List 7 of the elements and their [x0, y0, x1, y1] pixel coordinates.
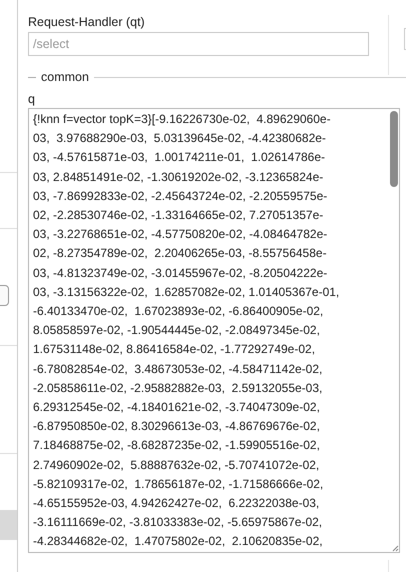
field-label: Request-Handler (qt): [28, 14, 146, 30]
query-textarea[interactable]: {!knn f=vector topK=3}[-9.16226730e-02, 4.89629060e- 03, 3.97688290e-03, 5.03139645e-02, -4.42380682e- 03, -4.57615871e-03, 1.00174211e-01, 1.02614786e- 03, 2.84851491e-02, -1.30619202e-02, -3.12365824e- 03, -7.86992833e-02, -2.45643724e-02, -2.20559575e- 02, -2.28530746e-02, -1.33164665e-02, 7.27051357e- 03, -3.22768651e-02, -4.57750820e-02, -4.08464782e- 02, -8.27354789e-02, 2.20406265e-03, -8.55756458e- 03, -4.81323749e-02, -3.01455967e-02, -8.20504222e- 03, -3.13156322e-02, 1.62857082e-02, 1.01405367e-01, -6.40133470e-02, 1.67023893e-02, -6.86400905e-02, 8.05858597e-02, -1.90544445e-02, -2.08497345e-02, 1.67531148e-02, 8.86416584e-02, -1.77292749e-02, -6.78082854e-02, 3.48673053e-02, -4.58471142e-02, -2.05858611e-02, -2.95882882e-03, 2.59132055e-03, 6.29312545e-02, -4.18401621e-02, -3.74047309e-02, -6.87950850e-02, 8.30296613e-03, -4.86769676e-02, 7.18468875e-02, -8.68287235e-02, -1.59905516e-02, 2.74960902e-02, 5.88887632e-02, -5.70741072e-02, -5.82109317e-02, 1.78656187e-02, -1.71586666e-02, -4.65155952e-03, 4.94262427e-02, 6.22322038e-03, -3.16111669e-02, -3.81033383e-02, -5.65975867e-02, -4.28344682e-02, 1.47075802e-02, 2.10620835e-02,: [28, 108, 400, 553]
section-title: common: [40, 70, 90, 84]
field-label: q: [28, 91, 36, 107]
resize-grip-icon[interactable]: [392, 545, 399, 552]
request-handler-field[interactable]: /select: [28, 32, 369, 56]
scrollbar-thumb[interactable]: [390, 111, 398, 187]
